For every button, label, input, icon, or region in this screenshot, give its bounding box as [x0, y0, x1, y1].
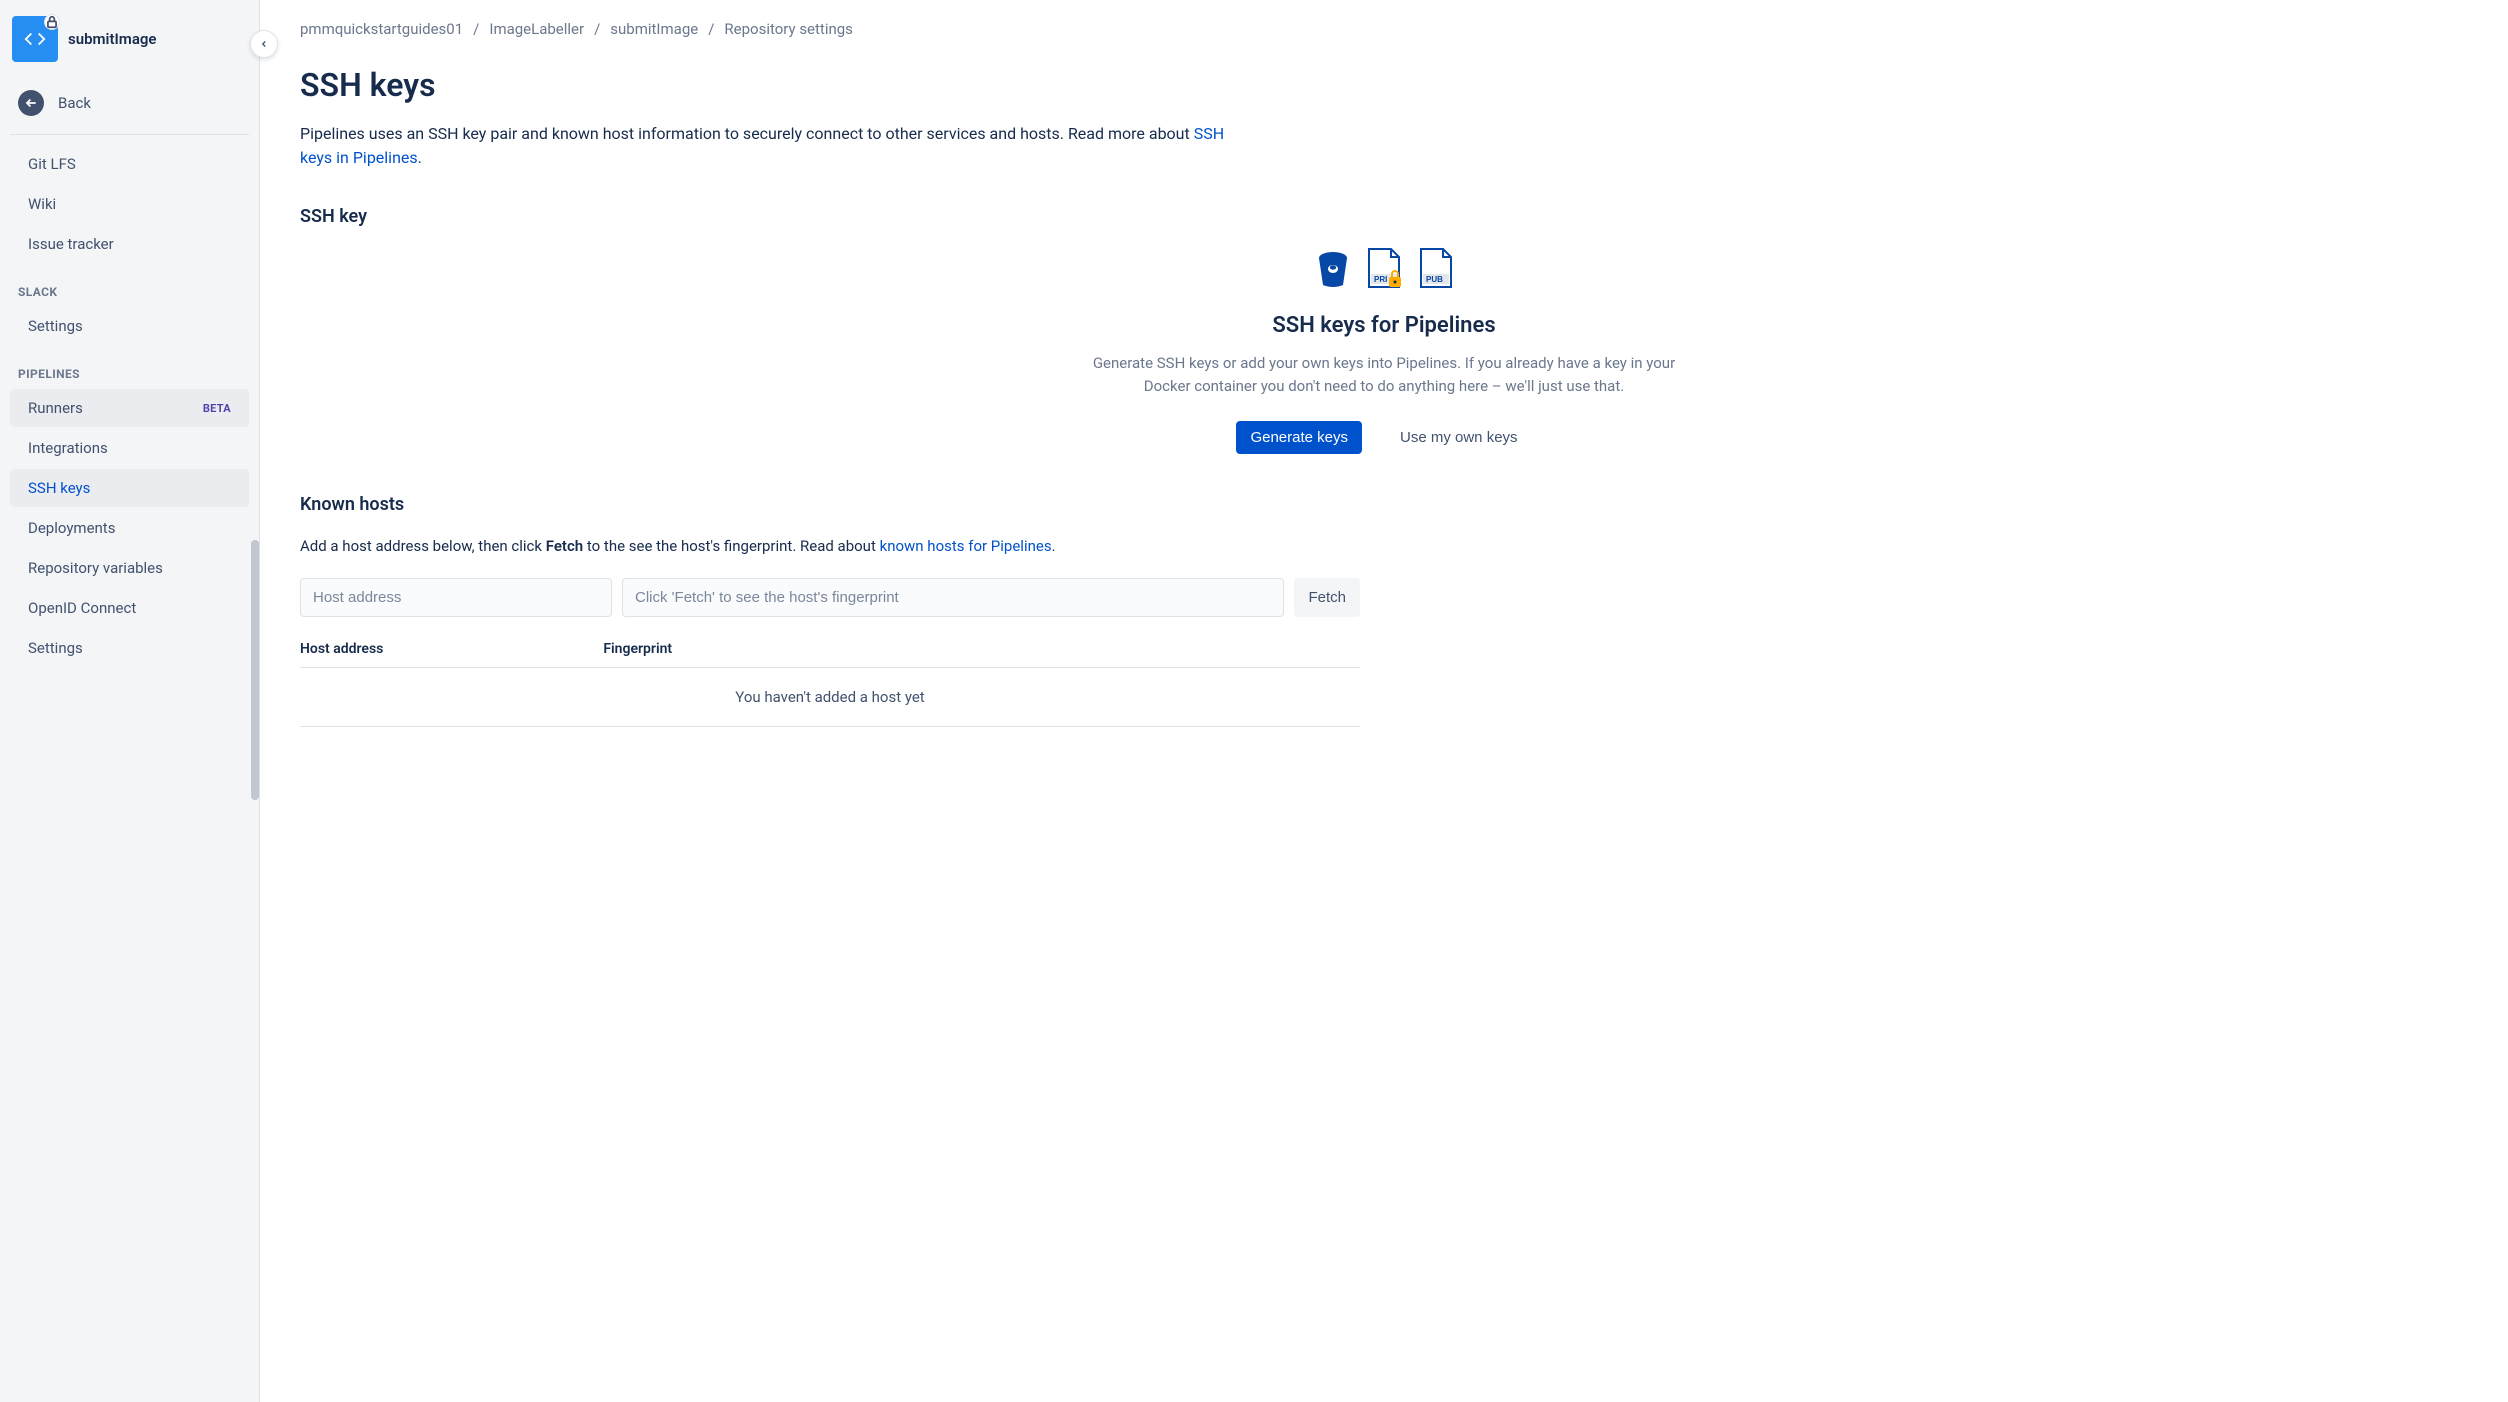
section-slack-label: SLACK [0, 265, 259, 305]
known-hosts-desc: Add a host address below, then click Fet… [300, 535, 1360, 558]
crumb-page[interactable]: Repository settings [724, 20, 853, 38]
nav-pipelines-settings[interactable]: Settings [10, 629, 249, 667]
back-label: Back [58, 94, 91, 112]
use-own-keys-button[interactable]: Use my own keys [1386, 421, 1532, 454]
ssh-key-heading: SSH key [300, 206, 2468, 227]
nav-runners-label: Runners [28, 399, 83, 417]
back-button[interactable]: Back [0, 78, 259, 134]
nav-runners[interactable]: Runners BETA [10, 389, 249, 427]
main-content: pmmquickstartguides01 / ImageLabeller / … [260, 0, 2508, 1402]
crumb-workspace[interactable]: pmmquickstartguides01 [300, 20, 463, 38]
repo-icon [12, 16, 58, 62]
nav-deployments[interactable]: Deployments [10, 509, 249, 547]
nav-ssh-keys[interactable]: SSH keys [10, 469, 249, 507]
beta-badge: BETA [203, 402, 231, 415]
nav-slack-settings[interactable]: Settings [10, 307, 249, 345]
svg-text:PRI: PRI [1374, 275, 1387, 284]
kh-empty-state: You haven't added a host yet [300, 668, 1360, 727]
lock-icon [44, 14, 60, 30]
pub-file-icon: PUB [1419, 247, 1453, 289]
divider [10, 134, 249, 135]
pri-file-icon: PRI [1367, 247, 1403, 289]
known-hosts-heading: Known hosts [300, 494, 1360, 515]
nav-openid[interactable]: OpenID Connect [10, 589, 249, 627]
intro-text: Pipelines uses an SSH key pair and known… [300, 122, 1260, 170]
known-hosts-link[interactable]: known hosts for Pipelines [880, 537, 1052, 555]
svg-text:PUB: PUB [1426, 275, 1443, 284]
known-hosts-inputs: Fetch [300, 578, 1360, 617]
col-fingerprint: Fingerprint [603, 641, 672, 657]
bucket-icon [1315, 249, 1351, 289]
ssh-illustration: PRI PUB [1315, 247, 1453, 289]
breadcrumb: pmmquickstartguides01 / ImageLabeller / … [300, 20, 2468, 38]
fetch-button[interactable]: Fetch [1294, 578, 1360, 617]
nav-integrations[interactable]: Integrations [10, 429, 249, 467]
arrow-left-icon [18, 90, 44, 116]
fingerprint-input[interactable] [622, 578, 1284, 617]
kh-table-header: Host address Fingerprint [300, 641, 1360, 668]
crumb-project[interactable]: ImageLabeller [489, 20, 584, 38]
ssh-panel: PRI PUB SSH keys for Pipelines Generate … [974, 247, 1794, 454]
repo-header: submitImage [0, 0, 259, 78]
sidebar: submitImage Back Git LFS Wiki Issue trac… [0, 0, 260, 1402]
repo-title: submitImage [68, 30, 157, 48]
section-pipelines-label: PIPELINES [0, 347, 259, 387]
crumb-repo[interactable]: submitImage [610, 20, 698, 38]
nav-issue-tracker[interactable]: Issue tracker [10, 225, 249, 263]
page-title: SSH keys [300, 66, 2468, 104]
ssh-button-row: Generate keys Use my own keys [1236, 421, 1531, 454]
nav-repo-vars[interactable]: Repository variables [10, 549, 249, 587]
generate-keys-button[interactable]: Generate keys [1236, 421, 1362, 454]
panel-desc: Generate SSH keys or add your own keys i… [1084, 352, 1684, 397]
nav-git-lfs[interactable]: Git LFS [10, 145, 249, 183]
known-hosts-section: Known hosts Add a host address below, th… [300, 494, 1360, 727]
nav-wiki[interactable]: Wiki [10, 185, 249, 223]
col-host: Host address [300, 641, 383, 657]
host-address-input[interactable] [300, 578, 612, 617]
scrollbar[interactable] [251, 540, 259, 800]
collapse-sidebar-button[interactable] [250, 30, 278, 58]
panel-title: SSH keys for Pipelines [1272, 313, 1495, 338]
